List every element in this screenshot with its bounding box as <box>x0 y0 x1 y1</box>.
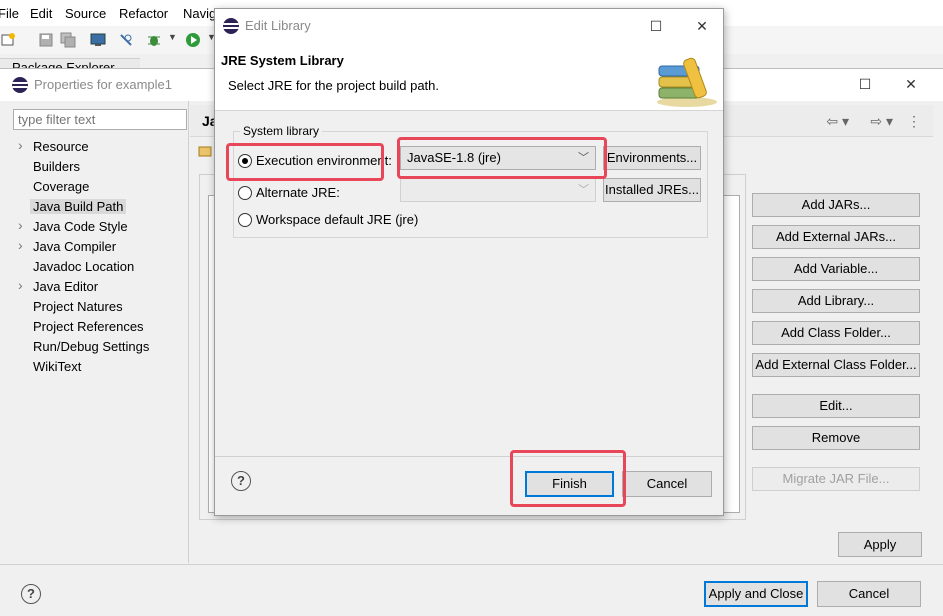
highlight-environment-select <box>397 137 607 179</box>
highlight-execution-environment <box>226 143 384 181</box>
menu-source[interactable]: Source <box>65 6 106 21</box>
side-button[interactable]: Add Class Folder... <box>752 321 920 345</box>
tree-item-label: Java Compiler <box>33 239 117 254</box>
debug-dropdown-icon[interactable]: ▼ <box>168 32 177 42</box>
forward-icon[interactable]: ⇨ ▾ <box>870 113 893 130</box>
side-button[interactable]: Add External Class Folder... <box>752 353 920 377</box>
library-books-icon <box>657 57 717 107</box>
chevron-right-icon[interactable]: › <box>18 237 23 253</box>
tree-item[interactable]: Coverage <box>10 177 188 197</box>
properties-cancel-button[interactable]: Cancel <box>817 581 921 607</box>
side-button[interactable]: Add JARs... <box>752 193 920 217</box>
tree-item-label: Run/Debug Settings <box>33 339 150 354</box>
tree-item[interactable]: › Java Compiler <box>10 237 188 257</box>
wizard-banner: JRE System Library Select JRE for the pr… <box>215 43 723 111</box>
properties-title: Properties for example1 <box>34 77 173 92</box>
edit-library-separator <box>215 456 723 457</box>
menu-refactor[interactable]: Refactor <box>119 6 168 21</box>
tree-item-label: Project References <box>33 319 144 334</box>
apply-button[interactable]: Apply <box>838 532 922 557</box>
tree-item-label: Java Build Path <box>30 199 127 214</box>
side-button[interactable]: Add External JARs... <box>752 225 920 249</box>
splitter[interactable] <box>188 101 189 563</box>
menu-file[interactable]: File <box>0 6 19 21</box>
filter-input[interactable] <box>13 109 187 130</box>
help-icon[interactable]: ? <box>231 471 251 491</box>
tree-item-label: Resource <box>33 139 89 154</box>
help-icon[interactable]: ? <box>21 584 41 604</box>
tree-item[interactable]: › Resource <box>10 137 188 157</box>
highlight-finish-button <box>510 450 626 507</box>
more-menu-icon[interactable]: ⋮ <box>907 113 921 130</box>
workspace-default-radio[interactable] <box>238 213 252 227</box>
save-all-icon[interactable] <box>60 32 76 48</box>
tree-item-label: Project Natures <box>33 299 123 314</box>
properties-separator <box>0 564 943 565</box>
back-icon[interactable]: ⇦ ▾ <box>826 113 849 130</box>
chevron-right-icon[interactable]: › <box>18 217 23 233</box>
tree-item[interactable]: WikiText <box>10 357 188 377</box>
side-button[interactable]: Add Variable... <box>752 257 920 281</box>
tree-item-label: Javadoc Location <box>33 259 135 274</box>
tree-item-label: Java Editor <box>33 279 99 294</box>
source-folder-icon[interactable] <box>198 144 212 158</box>
chevron-right-icon[interactable]: › <box>18 137 23 153</box>
properties-left-panel: › Resource Builders Coverage Java Build Path… <box>10 105 188 565</box>
side-button[interactable]: Remove <box>752 426 920 450</box>
installed-jres-button[interactable]: Installed JREs... <box>603 178 701 202</box>
alternate-jre-radio[interactable] <box>238 186 252 200</box>
run-icon[interactable] <box>185 32 201 48</box>
workspace-default-label: Workspace default JRE (jre) <box>256 212 419 227</box>
terminal-icon[interactable] <box>90 32 106 48</box>
banner-description: Select JRE for the project build path. <box>228 78 440 93</box>
tree-item[interactable]: Builders <box>10 157 188 177</box>
tree-item[interactable]: › Java Code Style <box>10 217 188 237</box>
alternate-jre-label: Alternate JRE: <box>256 185 340 200</box>
alternate-jre-select[interactable]: ﹀ <box>400 178 596 202</box>
apply-and-close-button[interactable]: Apply and Close <box>704 581 808 607</box>
tree-item[interactable]: Project Natures <box>10 297 188 317</box>
tree-item[interactable]: Run/Debug Settings <box>10 337 188 357</box>
menu-edit[interactable]: Edit <box>30 6 52 21</box>
workspace-default-option[interactable]: Workspace default JRE (jre) <box>238 210 438 230</box>
side-button[interactable]: Migrate JAR File... <box>752 467 920 491</box>
breakpoint-icon[interactable] <box>118 32 134 48</box>
maximize-icon[interactable]: ☐ <box>849 71 881 97</box>
edit-library-title: Edit Library <box>245 18 311 33</box>
chevron-right-icon[interactable]: › <box>18 277 23 293</box>
debug-icon[interactable] <box>146 32 162 48</box>
edit-library-dialog: Edit Library ☐ ✕ JRE System Library Sele… <box>214 8 724 516</box>
tree-item-label: WikiText <box>33 359 82 374</box>
system-library-label: System library <box>240 124 323 138</box>
new-icon[interactable] <box>0 32 16 48</box>
tree-item[interactable]: Javadoc Location <box>10 257 188 277</box>
edit-cancel-button[interactable]: Cancel <box>622 471 712 497</box>
tree-item-label: Builders <box>33 159 80 174</box>
tree-item[interactable]: Project References <box>10 317 188 337</box>
environments-button[interactable]: Environments... <box>603 146 701 170</box>
tree-item-label: Coverage <box>33 179 90 194</box>
save-icon[interactable] <box>38 32 54 48</box>
banner-title: JRE System Library <box>221 53 344 68</box>
close-icon[interactable]: ✕ <box>686 13 718 39</box>
eclipse-logo-icon <box>12 77 28 93</box>
eclipse-logo-icon <box>223 18 239 34</box>
chevron-down-icon: ﹀ <box>578 184 589 196</box>
tree-item[interactable]: › Java Editor <box>10 277 188 297</box>
maximize-icon[interactable]: ☐ <box>640 13 672 39</box>
tree-item-label: Java Code Style <box>33 219 128 234</box>
edit-library-titlebar: Edit Library ☐ ✕ <box>215 9 723 43</box>
side-button[interactable]: Add Library... <box>752 289 920 313</box>
side-button[interactable]: Edit... <box>752 394 920 418</box>
close-icon[interactable]: ✕ <box>895 71 927 97</box>
tree-item[interactable]: Java Build Path <box>10 197 188 217</box>
alternate-jre-option[interactable]: Alternate JRE: <box>238 183 388 203</box>
